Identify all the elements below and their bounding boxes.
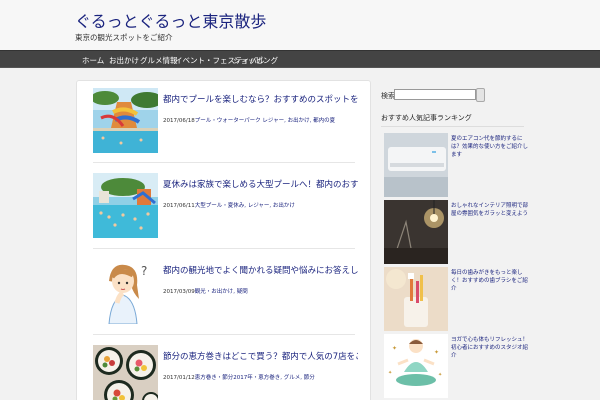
post-title[interactable]: 都内の観光地でよく聞かれる疑問や悩みにお答えします！ xyxy=(163,265,358,277)
ranking-thumbnail-toothbrush[interactable] xyxy=(384,267,448,331)
post-date: 2017/06/18 xyxy=(163,118,195,124)
svg-text:✦: ✦ xyxy=(388,370,392,376)
site-header: ぐるっとぐるっと東京散歩 東京の観光スポットをご紹介 xyxy=(0,0,600,50)
post-date: 2017/01/12 xyxy=(163,375,195,381)
svg-text:?: ? xyxy=(141,264,147,278)
nav-item-outing[interactable]: お出かけ xyxy=(109,55,139,66)
ranking-item: 毎日の歯みがきをもっと楽しく！おすすめの歯ブラシをご紹介 xyxy=(384,267,528,331)
site-title[interactable]: ぐるっとぐるっと東京散歩 xyxy=(75,8,266,32)
search-button[interactable] xyxy=(476,88,485,102)
post-list: 都内でプールを楽しむなら？おすすめのスポットをご紹介します 2017/06/18… xyxy=(76,80,371,400)
post-meta: 2017/06/18プール・ウォーターパーク レジャー, お出かけ, 都内の夏 xyxy=(163,116,335,124)
post-thumbnail-girl-question[interactable]: ? xyxy=(93,259,158,324)
ranking-item: ✦ ✦ ✦ ✦ ヨガで心も体もリフレッシュ！初心者におすすめのスタジオ紹介 xyxy=(384,334,528,398)
post-categories[interactable]: 恵方巻き・節分2017年・恵方巻き, グルメ, 節分 xyxy=(195,375,315,381)
divider xyxy=(93,248,355,249)
svg-text:✦: ✦ xyxy=(438,372,442,378)
post-item: ? 都内の観光地でよく聞かれる疑問や悩みにお答えします！ 2017/03/09観… xyxy=(93,259,358,329)
post-title[interactable]: 都内でプールを楽しむなら？おすすめのスポットをご紹介します xyxy=(163,94,358,106)
ranking-title[interactable]: 夏のエアコン代を節約するには？効果的な使い方をご紹介します xyxy=(451,135,528,159)
svg-text:✦: ✦ xyxy=(392,345,397,352)
post-thumbnail-pool[interactable] xyxy=(93,173,158,238)
ranking-thumbnail-aircon[interactable] xyxy=(384,133,448,197)
svg-text:✦: ✦ xyxy=(434,349,439,356)
nav-item-gourmet[interactable]: グルメ情報 xyxy=(140,55,178,66)
ranking-title[interactable]: ヨガで心も体もリフレッシュ！初心者におすすめのスタジオ紹介 xyxy=(451,336,528,360)
main-nav: ホーム お出かけ グルメ情報 イベント・フェスティバル ショッピング xyxy=(0,50,600,68)
post-meta: 2017/06/11大型プール・夏休み, レジャー, お出かけ xyxy=(163,201,295,209)
post-title[interactable]: 節分の恵方巻きはどこで買う？都内で人気の7店をご紹介します xyxy=(163,351,358,363)
ranking-title[interactable]: おしゃれなインテリア照明で部屋の雰囲気をガラッと変えよう xyxy=(451,202,528,218)
divider xyxy=(93,162,355,163)
post-meta: 2017/03/09観光・お出かけ, 疑問 xyxy=(163,287,248,295)
post-categories[interactable]: プール・ウォーターパーク レジャー, お出かけ, 都内の夏 xyxy=(195,118,335,124)
ranking-thumbnail-yoga[interactable]: ✦ ✦ ✦ ✦ xyxy=(384,334,448,398)
ranking-title[interactable]: 毎日の歯みがきをもっと楽しく！おすすめの歯ブラシをご紹介 xyxy=(451,269,528,293)
post-categories[interactable]: 大型プール・夏休み, レジャー, お出かけ xyxy=(195,203,295,209)
post-date: 2017/06/11 xyxy=(163,203,195,209)
post-categories[interactable]: 観光・お出かけ, 疑問 xyxy=(195,289,248,295)
post-title[interactable]: 夏休みは家族で楽しめる大型プールへ！都内のおすすめをご紹介 xyxy=(163,179,358,191)
nav-item-home[interactable]: ホーム xyxy=(82,55,104,66)
divider xyxy=(93,334,355,335)
post-item: 都内でプールを楽しむなら？おすすめのスポットをご紹介します 2017/06/18… xyxy=(93,88,358,158)
post-item: 節分の恵方巻きはどこで買う？都内で人気の7店をご紹介します 2017/01/12… xyxy=(93,345,358,400)
post-item: 夏休みは家族で楽しめる大型プールへ！都内のおすすめをご紹介 2017/06/11… xyxy=(93,173,358,243)
search-input[interactable] xyxy=(394,89,476,100)
nav-item-shopping[interactable]: ショッピング xyxy=(233,55,278,66)
ranking-item: おしゃれなインテリア照明で部屋の雰囲気をガラッと変えよう xyxy=(384,200,528,264)
ranking-item: 夏のエアコン代を節約するには？効果的な使い方をご紹介します xyxy=(384,133,528,197)
post-meta: 2017/01/12恵方巻き・節分2017年・恵方巻き, グルメ, 節分 xyxy=(163,373,315,381)
site-description: 東京の観光スポットをご紹介 xyxy=(75,33,173,42)
post-thumbnail-sushi[interactable] xyxy=(93,345,158,400)
post-thumbnail-waterpark[interactable] xyxy=(93,88,158,153)
post-date: 2017/03/09 xyxy=(163,289,195,295)
ranking-thumbnail-lamp[interactable] xyxy=(384,200,448,264)
widget-title: おすすめ人気記事ランキング xyxy=(381,113,524,127)
